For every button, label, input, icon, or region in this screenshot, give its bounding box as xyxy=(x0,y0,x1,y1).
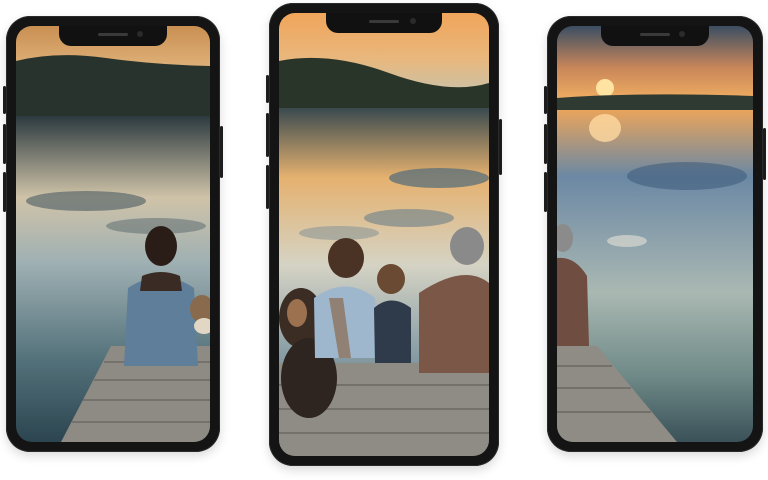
phone-center-notch xyxy=(326,13,442,33)
phone-left-notch xyxy=(59,26,167,46)
phone-center-screen xyxy=(279,13,489,456)
photo-woman-on-dock xyxy=(16,26,210,442)
phone-left-screen xyxy=(16,26,210,442)
photo-man-on-dock xyxy=(557,26,753,442)
phone-right-screen xyxy=(557,26,753,442)
phone-center xyxy=(266,3,502,466)
phone-right-notch xyxy=(601,26,709,46)
phone-right xyxy=(544,16,766,452)
phone-left xyxy=(3,16,223,452)
photo-family-on-dock xyxy=(279,13,489,456)
